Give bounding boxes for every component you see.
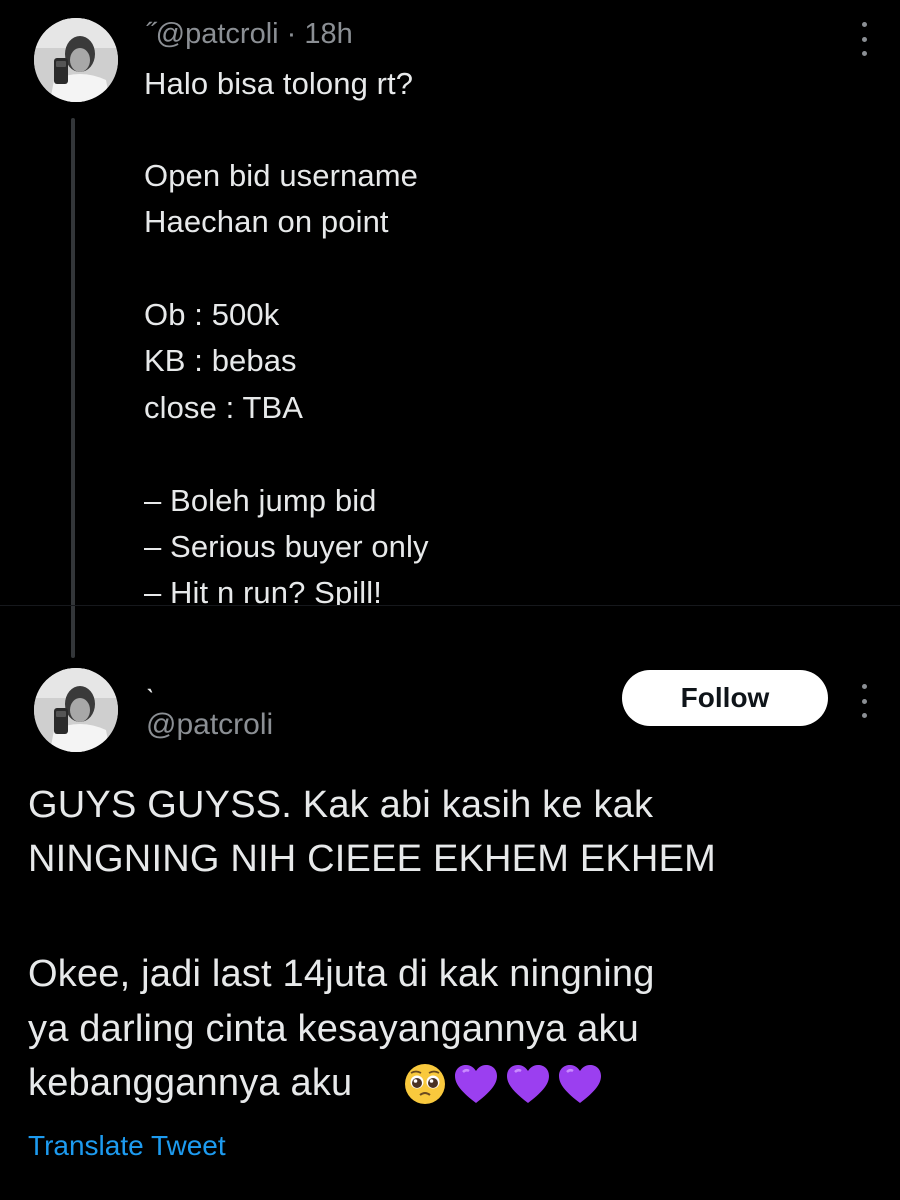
avatar-photo xyxy=(34,668,118,752)
tweet-text-line: ya darling cinta kesayangannya aku xyxy=(28,1008,639,1050)
timestamp[interactable]: 18h xyxy=(304,18,352,50)
handle[interactable]: @patcroli xyxy=(146,708,273,742)
divider xyxy=(0,605,900,606)
tweet-meta: ˝@patcroli · 18h xyxy=(146,18,353,51)
avatar-photo xyxy=(34,18,118,102)
translate-tweet-link[interactable]: Translate Tweet xyxy=(28,1130,226,1162)
tweet-text-line: GUYS GUYSS. Kak abi kasih ke kak xyxy=(28,784,654,826)
parent-tweet[interactable]: ˝@patcroli · 18h Halo bisa tolong rt? Op… xyxy=(0,0,900,606)
handle[interactable]: @patcroli xyxy=(156,18,279,50)
avatar[interactable] xyxy=(34,668,118,752)
tweet-text-line: – Serious buyer only xyxy=(144,529,429,564)
tweet-text-line: Open bid username xyxy=(144,158,418,193)
tweet-text-line: KB : bebas xyxy=(144,343,297,378)
follow-button[interactable]: Follow xyxy=(622,670,828,726)
pleading-face-emoji xyxy=(405,1064,445,1104)
emoji-row xyxy=(403,1062,603,1106)
tweet-text-line: kebanggannya aku xyxy=(28,1062,353,1104)
display-name[interactable]: ˝ xyxy=(146,18,156,50)
tweet-text-line: Ob : 500k xyxy=(144,297,280,332)
tweet-text-line: NINGNING NIH CIEEE EKHEM EKHEM xyxy=(28,838,716,880)
purple-heart-emoji xyxy=(559,1065,601,1103)
purple-heart-emoji xyxy=(507,1065,549,1103)
tweet-text-line: – Boleh jump bid xyxy=(144,483,377,518)
tweet-text-line: – Hit n run? Spill! xyxy=(144,575,382,606)
avatar[interactable] xyxy=(34,18,118,102)
tweet-text-line: close : TBA xyxy=(144,390,304,425)
purple-heart-emoji xyxy=(455,1065,497,1103)
display-name[interactable]: ˎ xyxy=(146,662,155,694)
more-options-icon[interactable] xyxy=(856,22,872,56)
meta-separator: · xyxy=(286,18,297,50)
tweet-text-line: Okee, jadi last 14juta di kak ningning xyxy=(28,953,655,995)
tweet-text-line: Haechan on point xyxy=(144,204,389,239)
tweet-text-line: Halo bisa tolong rt? xyxy=(144,66,414,101)
more-options-icon[interactable] xyxy=(856,684,872,718)
